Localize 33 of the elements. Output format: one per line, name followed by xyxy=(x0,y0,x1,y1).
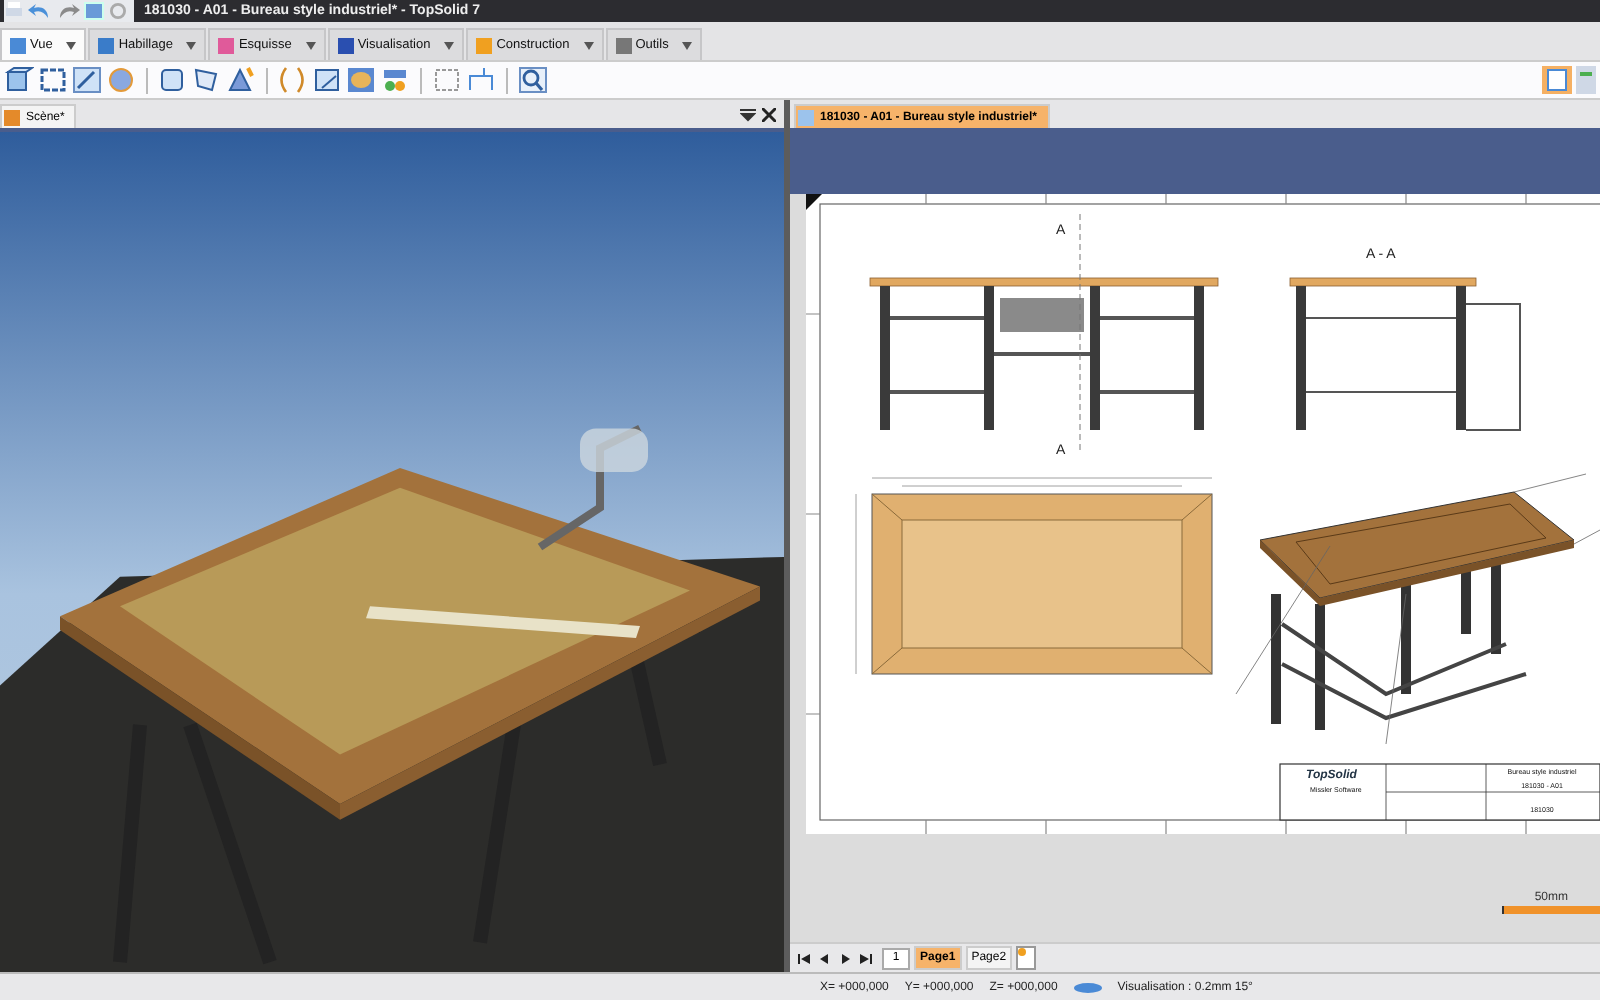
new-page-icon[interactable] xyxy=(1016,946,1037,970)
3d-viewport[interactable] xyxy=(0,132,784,972)
pin-icon[interactable] xyxy=(740,108,756,122)
panel-icon[interactable] xyxy=(158,66,188,94)
redo-icon[interactable] xyxy=(56,2,80,20)
next-page-icon[interactable] xyxy=(840,953,850,963)
undo-icon[interactable] xyxy=(28,2,52,20)
close-icon[interactable] xyxy=(762,108,776,122)
sheet-icon xyxy=(798,109,814,125)
caret-icon[interactable] xyxy=(305,41,316,49)
layers-icon[interactable] xyxy=(380,66,410,94)
visualisation-icon xyxy=(1073,981,1102,993)
scene-icon xyxy=(4,109,20,125)
last-page-icon[interactable] xyxy=(860,953,872,963)
frame-icon[interactable] xyxy=(38,66,68,94)
corner-mark xyxy=(806,194,822,210)
scale-bar xyxy=(1502,905,1600,913)
previous-page-icon[interactable] xyxy=(820,953,830,963)
cube-icon[interactable] xyxy=(4,66,34,94)
shape-icon[interactable] xyxy=(192,66,222,94)
caret-icon[interactable] xyxy=(444,41,455,49)
first-page-icon[interactable] xyxy=(798,953,810,963)
document-icon[interactable] xyxy=(1542,66,1572,94)
caret-icon[interactable] xyxy=(186,41,197,49)
select-icon[interactable] xyxy=(432,66,462,94)
caret-icon[interactable] xyxy=(66,41,77,49)
corner-icon[interactable] xyxy=(466,66,496,94)
caret-icon[interactable] xyxy=(583,41,594,49)
caret-icon[interactable] xyxy=(682,41,693,49)
shade-icon[interactable] xyxy=(346,66,376,94)
curve-icon[interactable] xyxy=(278,66,308,94)
magnifier-icon[interactable] xyxy=(518,66,548,94)
window-icon[interactable] xyxy=(84,2,104,20)
